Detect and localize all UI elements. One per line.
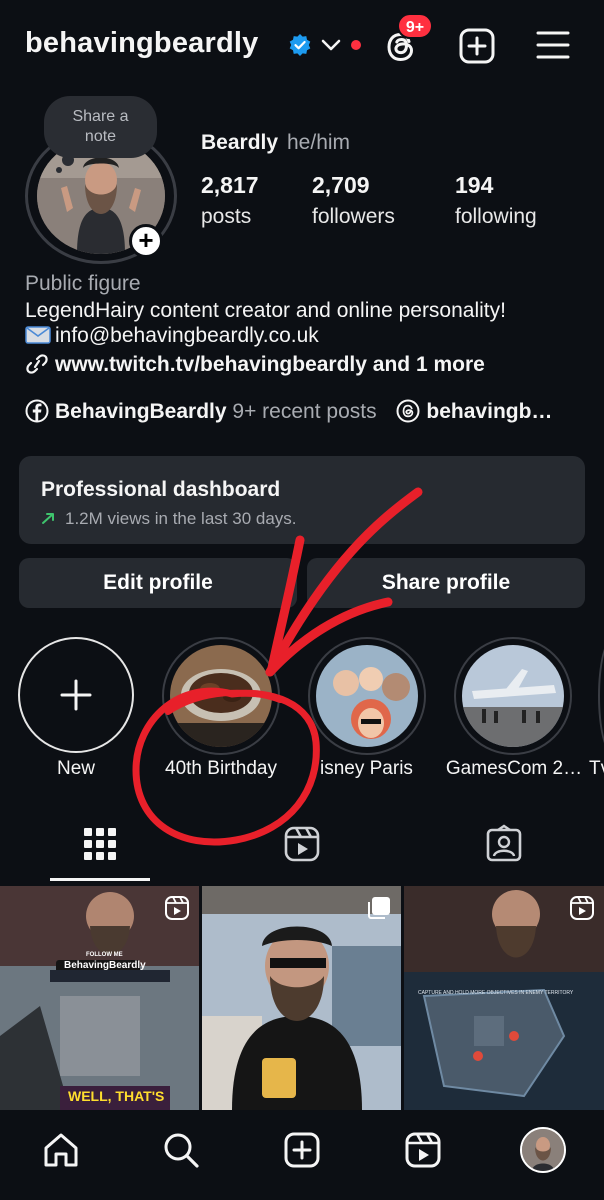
add-story-button[interactable]: +: [129, 224, 163, 258]
reels-badge-icon: [165, 896, 189, 920]
post-tile[interactable]: [202, 886, 401, 1110]
professional-dashboard[interactable]: Professional dashboard 1.2M views in the…: [19, 456, 585, 544]
profile-header: behavingbeardly 9+: [0, 0, 604, 92]
note-bubble-tail-small: [56, 167, 62, 173]
highlight-gamescom[interactable]: [454, 637, 572, 755]
pronouns: he/him: [287, 131, 351, 154]
grid-icon[interactable]: [80, 824, 120, 864]
posts-stat[interactable]: 2,817 posts: [201, 172, 259, 229]
threads-small-icon: [396, 399, 420, 423]
share-note-label: Share a note: [72, 108, 129, 145]
trend-up-icon: [42, 513, 54, 524]
account-alert-dot: [351, 40, 361, 50]
tile-follow-caption: FOLLOW ME: [86, 952, 123, 958]
share-note-bubble[interactable]: Share a note: [44, 96, 157, 158]
highlight-label-new: New: [56, 758, 95, 779]
posts-label: posts: [201, 205, 252, 228]
envelope-icon: [25, 326, 51, 344]
highlight-label-gamescom: GamesCom 2…: [445, 758, 583, 779]
home-icon[interactable]: [42, 1131, 80, 1169]
reels-badge-icon: [570, 896, 594, 920]
edit-profile-button[interactable]: Edit profile: [19, 558, 297, 608]
display-name: Beardly: [201, 131, 279, 154]
email-line[interactable]: info@behavingbeardly.co.uk: [25, 324, 319, 348]
email-address: info@behavingbeardly.co.uk: [55, 324, 319, 347]
active-tab-indicator: [50, 878, 150, 881]
post-tile[interactable]: FOLLOW ME BehavingBeardly WELL, THAT'S: [0, 886, 199, 1110]
username-switcher[interactable]: behavingbeardly: [25, 27, 258, 60]
following-label: following: [455, 205, 537, 228]
followers-stat[interactable]: 2,709 followers: [312, 172, 395, 229]
highlight-cover: [316, 645, 418, 747]
profile-nav-avatar[interactable]: [520, 1127, 566, 1173]
highlight-label-partial: Tv: [589, 758, 604, 779]
share-profile-button[interactable]: Share profile: [307, 558, 585, 608]
new-highlight-button[interactable]: [18, 637, 134, 753]
facebook-icon: [25, 399, 49, 423]
dashboard-subtitle: 1.2M views in the last 30 days.: [41, 509, 585, 529]
following-stat[interactable]: 194 following: [455, 172, 537, 229]
facebook-name: BehavingBeardly: [55, 400, 227, 423]
followers-count: 2,709: [312, 172, 370, 198]
followers-label: followers: [312, 205, 395, 228]
plus-icon: [60, 679, 92, 711]
highlight-label-disney-paris: isney Paris: [320, 758, 413, 779]
notification-badge[interactable]: 9+: [397, 13, 433, 39]
tagged-icon[interactable]: [484, 824, 524, 864]
posts-count: 2,817: [201, 172, 259, 198]
reels-nav-icon[interactable]: [404, 1131, 442, 1169]
dashboard-views: 1.2M views in the last 30 days.: [65, 509, 297, 528]
facebook-link[interactable]: BehavingBeardly 9+ recent posts: [25, 399, 382, 423]
link-icon: [26, 354, 48, 374]
facebook-recent-posts: 9+ recent posts: [232, 400, 377, 423]
highlight-cover: [170, 645, 272, 747]
highlight-label-40th-birthday: 40th Birthday: [165, 758, 277, 779]
avatar-photo: [522, 1129, 564, 1171]
verified-badge-icon: [289, 34, 311, 56]
create-post-icon[interactable]: [283, 1131, 321, 1169]
highlight-40th-birthday[interactable]: [162, 637, 280, 755]
add-post-icon[interactable]: [458, 27, 496, 65]
chevron-down-icon[interactable]: [320, 36, 342, 54]
reels-icon[interactable]: [282, 824, 322, 864]
tile-bottom-caption: WELL, THAT'S: [68, 1088, 165, 1104]
highlight-cover: [462, 645, 564, 747]
menu-icon[interactable]: [535, 28, 571, 62]
dashboard-title: Professional dashboard: [41, 478, 281, 501]
social-links-row: BehavingBeardly 9+ recent posts behaving…: [25, 399, 552, 424]
threads-name: behavingb…: [426, 400, 553, 423]
following-count: 194: [455, 172, 494, 198]
highlight-partial[interactable]: [598, 637, 604, 755]
post-tile[interactable]: CAPTURE AND HOLD MORE OBJECTIVES IN ENEM…: [404, 886, 604, 1110]
bio-links[interactable]: www.twitch.tv/behavingbeardly and 1 more: [25, 353, 485, 377]
profile-bio: LegendHairy content creator and online p…: [25, 299, 506, 322]
profile-category: Public figure: [25, 272, 141, 295]
highlight-disney-paris[interactable]: [308, 637, 426, 755]
tile-channel-caption: BehavingBeardly: [64, 960, 146, 971]
search-icon[interactable]: [162, 1131, 200, 1169]
tile-map-caption: CAPTURE AND HOLD MORE OBJECTIVES IN ENEM…: [418, 990, 574, 996]
threads-link[interactable]: behavingb…: [396, 399, 553, 423]
bio-link-text: www.twitch.tv/behavingbeardly and 1 more: [55, 353, 485, 376]
carousel-badge-icon: [368, 897, 390, 919]
